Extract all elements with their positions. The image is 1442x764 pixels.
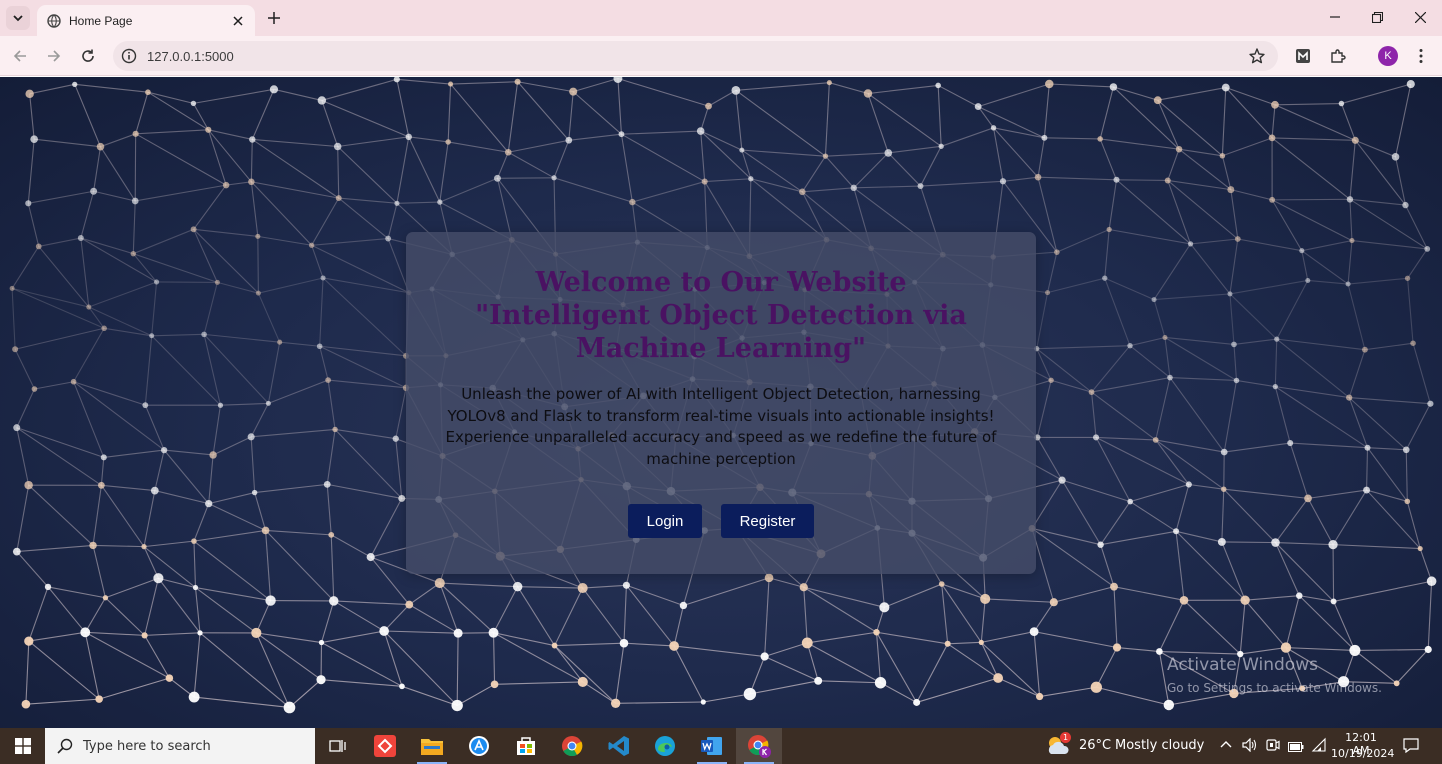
page-viewport: Welcome to Our Website "Intelligent Obje… (0, 77, 1442, 728)
speaker-icon (1242, 737, 1257, 753)
file-explorer-icon (421, 739, 443, 755)
notification-center-button[interactable] (1403, 738, 1419, 756)
reload-button[interactable] (76, 44, 100, 68)
bookmark-star-icon[interactable] (1248, 47, 1266, 65)
notification-icon (1403, 738, 1419, 754)
meet-now-button[interactable] (1266, 738, 1280, 755)
word-icon (701, 737, 722, 755)
edge-button[interactable] (642, 728, 688, 764)
app-store-button[interactable] (456, 728, 502, 764)
weather-condition: Mostly cloudy (1115, 738, 1205, 753)
wifi-icon (1311, 737, 1326, 752)
battery-button[interactable] (1288, 740, 1304, 755)
word-button[interactable] (689, 728, 735, 764)
arrow-left-icon (13, 50, 26, 62)
title-line: "Intelligent Object Detection via (475, 300, 967, 331)
chrome-profile-icon (748, 735, 771, 758)
microsoft-store-icon (517, 737, 535, 755)
login-button[interactable]: Login (628, 504, 702, 538)
profile-avatar[interactable]: K (1378, 46, 1398, 66)
vscode-button[interactable] (596, 728, 642, 764)
menu-button[interactable] (1409, 44, 1433, 68)
back-button[interactable] (8, 44, 32, 68)
close-tab-icon[interactable] (229, 12, 247, 30)
reload-icon (82, 49, 94, 62)
battery-icon (1288, 742, 1304, 752)
address-bar[interactable]: 127.0.0.1:5000 (113, 41, 1278, 71)
forward-button[interactable] (42, 44, 66, 68)
weather-badge: 1 (1060, 732, 1071, 743)
minimize-icon (1330, 16, 1340, 18)
site-info-icon[interactable] (121, 48, 137, 64)
title-line: Welcome to Our Website (535, 267, 907, 298)
chrome-button[interactable] (549, 728, 595, 764)
show-hidden-icons-button[interactable] (1220, 739, 1232, 754)
close-window-button[interactable] (1398, 0, 1442, 34)
start-button[interactable] (0, 728, 45, 764)
extension-m-icon (1296, 49, 1310, 63)
windows-logo-icon (14, 738, 31, 754)
chevron-up-icon (1220, 741, 1232, 748)
chrome-profile-button[interactable] (736, 728, 782, 764)
title-line: Machine Learning" (575, 333, 867, 364)
restore-button[interactable] (1355, 0, 1399, 34)
arrow-right-icon (48, 50, 61, 62)
more-vert-icon (1419, 49, 1423, 63)
edge-icon (655, 736, 675, 756)
anydesk-button[interactable] (362, 728, 408, 764)
register-button[interactable]: Register (721, 504, 814, 538)
new-tab-button[interactable] (264, 8, 284, 28)
description-line: machine perception (646, 449, 796, 468)
microsoft-store-button[interactable] (503, 728, 549, 764)
description-line: Unleash the power of AI with Intelligent… (461, 385, 981, 403)
minimize-button[interactable] (1313, 0, 1357, 34)
url-text: 127.0.0.1:5000 (147, 48, 234, 64)
tab-title: Home Page (69, 13, 133, 28)
watermark-title: Activate Windows (1167, 655, 1318, 675)
tab-search-button[interactable] (6, 6, 30, 30)
browser-toolbar: 127.0.0.1:5000 K (0, 36, 1442, 76)
activate-windows-watermark: Activate Windows Go to Settings to activ… (1167, 655, 1382, 695)
tab-strip: Home Page (0, 0, 1442, 36)
chevron-down-icon (13, 15, 23, 22)
windows-taskbar: Type here to search 1 26°C Mostly cloudy (0, 728, 1442, 764)
weather-widget[interactable]: 1 (1045, 732, 1073, 758)
description-line: Experience unparalleled accuracy and spe… (445, 428, 997, 446)
restore-icon (1371, 11, 1383, 23)
file-explorer-button[interactable] (409, 728, 455, 764)
app-store-icon (469, 736, 489, 756)
extensions-button[interactable] (1326, 44, 1350, 68)
puzzle-icon (1331, 49, 1346, 63)
plus-icon (268, 12, 280, 24)
search-icon (57, 738, 73, 754)
description-line: YOLOv8 and Flask to transform real-time … (447, 406, 995, 425)
close-icon (1414, 11, 1426, 23)
anydesk-icon (374, 735, 396, 757)
clock-date[interactable]: 10/19/2024 (1331, 747, 1394, 760)
chrome-icon (562, 736, 583, 757)
vscode-icon (608, 736, 629, 756)
description: Unleash the power of AI with Intelligent… (436, 384, 1006, 470)
temperature: 26°C (1079, 738, 1112, 753)
task-view-icon (329, 740, 346, 752)
page-title: Welcome to Our Website "Intelligent Obje… (406, 266, 1036, 365)
extension-m-button[interactable] (1291, 44, 1315, 68)
globe-icon (47, 13, 61, 28)
network-button[interactable] (1311, 737, 1327, 756)
browser-tab[interactable]: Home Page (37, 5, 255, 36)
welcome-card: Welcome to Our Website "Intelligent Obje… (406, 232, 1036, 574)
taskbar-search-box[interactable]: Type here to search (45, 728, 315, 764)
search-placeholder: Type here to search (83, 738, 211, 754)
task-view-button[interactable] (315, 728, 361, 764)
volume-button[interactable] (1242, 737, 1258, 755)
camera-icon (1266, 739, 1280, 751)
watermark-subtitle: Go to Settings to activate Windows. (1167, 681, 1382, 695)
